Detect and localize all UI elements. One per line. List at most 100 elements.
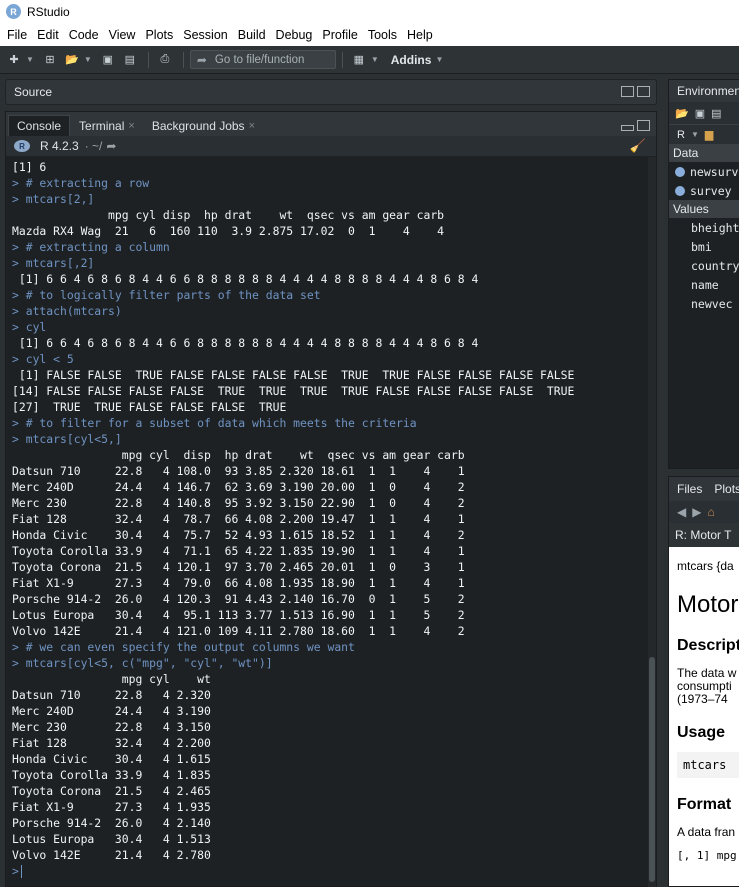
menu-tools[interactable]: Tools bbox=[363, 28, 402, 42]
chevron-down-icon[interactable]: ▼ bbox=[435, 55, 443, 64]
console-command-line: > # extracting a row bbox=[12, 176, 150, 190]
console-output-line: [1] FALSE FALSE TRUE FALSE FALSE FALSE F… bbox=[12, 368, 575, 382]
usage-heading: Usage bbox=[677, 724, 726, 741]
import-dataset-icon[interactable]: ▤ bbox=[711, 107, 721, 120]
save-icon[interactable]: ▣ bbox=[98, 51, 118, 69]
tab-files[interactable]: Files bbox=[677, 482, 702, 496]
console-tabs: Console Terminal × Background Jobs × bbox=[6, 112, 656, 136]
console-output-line: Merc 230 22.8 4 140.8 95 3.92 3.150 22.9… bbox=[12, 496, 465, 510]
help-topic-title: R: Motor T bbox=[669, 523, 739, 547]
console-command-line: > # we can even specify the output colum… bbox=[12, 640, 355, 654]
tab-background-jobs[interactable]: Background Jobs × bbox=[144, 115, 263, 136]
console-output-line: [27] TRUE TRUE FALSE FALSE FALSE TRUE bbox=[12, 400, 287, 414]
menu-file[interactable]: File bbox=[2, 28, 32, 42]
menu-profile[interactable]: Profile bbox=[317, 28, 362, 42]
console-output-line: mpg cyl disp hp drat wt qsec vs am gear … bbox=[12, 208, 445, 222]
r-version: R 4.2.3 bbox=[40, 139, 79, 153]
text-cursor bbox=[20, 865, 22, 878]
source-pane-title: Source bbox=[14, 85, 53, 99]
console-command-line: > mtcars[2,] bbox=[12, 192, 95, 206]
tab-environment[interactable]: Environment bbox=[669, 80, 739, 102]
menu-bar: File Edit Code View Plots Session Build Debug Pr… bbox=[0, 24, 739, 46]
console-output-line: Fiat 128 32.4 4 78.7 66 4.08 2.200 19.47… bbox=[12, 512, 465, 526]
go-to-file-input[interactable]: ➦ Go to file/function bbox=[189, 50, 336, 69]
console-command-line: > mtcars[cyl<5,] bbox=[12, 432, 122, 446]
open-folder-icon[interactable]: 📂 bbox=[62, 51, 82, 69]
description-line: (1973–74 bbox=[677, 692, 728, 706]
console-command-line: > # to filter for a subset of data which… bbox=[12, 416, 417, 430]
chevron-down-icon[interactable]: ▼ bbox=[371, 55, 379, 64]
variable-name: survey bbox=[690, 183, 732, 198]
usage-code: mtcars bbox=[677, 752, 739, 778]
grid-layout-icon[interactable]: ▦ bbox=[349, 51, 369, 69]
window-title: RStudio bbox=[27, 4, 70, 19]
console-command-line: > cyl < 5 bbox=[12, 352, 74, 366]
environment-data-item[interactable]: newsurv bbox=[669, 162, 739, 181]
forward-arrow-icon[interactable]: ▶ bbox=[692, 505, 701, 519]
maximize-pane-icon[interactable] bbox=[637, 86, 650, 97]
load-workspace-icon[interactable]: 📂 bbox=[675, 107, 689, 120]
environment-r-selector[interactable]: R ▼ ▆ bbox=[669, 124, 739, 144]
back-arrow-icon[interactable]: ◀ bbox=[677, 505, 686, 519]
environment-value-item[interactable]: newvec bbox=[669, 294, 739, 313]
console-output-line: Lotus Europa 30.4 4 1.513 bbox=[12, 832, 211, 846]
console-output-line: mpg cyl wt bbox=[12, 672, 211, 686]
environment-data-item[interactable]: survey bbox=[669, 181, 739, 200]
save-workspace-icon[interactable]: ▣ bbox=[695, 107, 705, 120]
help-subtitle: mtcars {da bbox=[677, 559, 734, 573]
toolbar-divider bbox=[182, 51, 184, 68]
new-project-icon[interactable]: ⊞ bbox=[40, 51, 60, 69]
tab-label: Console bbox=[17, 119, 62, 133]
chevron-down-icon[interactable]: ▼ bbox=[26, 55, 34, 64]
scrollbar-thumb[interactable] bbox=[649, 657, 655, 882]
console-output[interactable]: [1] 6 > # extracting a row > mtcars[2,] mp… bbox=[6, 157, 649, 887]
tab-plots[interactable]: Plots bbox=[714, 482, 739, 496]
menu-code[interactable]: Code bbox=[64, 28, 104, 42]
addins-menu[interactable]: Addins bbox=[391, 53, 432, 67]
expand-data-icon[interactable] bbox=[675, 185, 685, 196]
workspace: Source Console Terminal × Background Jobs × … bbox=[0, 74, 739, 887]
working-directory[interactable]: · ~/ bbox=[85, 139, 103, 153]
console-output-line: Fiat X1-9 27.3 4 79.0 66 4.08 1.935 18.9… bbox=[12, 576, 465, 590]
save-all-icon[interactable]: ▤ bbox=[120, 51, 140, 69]
console-output-line: Toyota Corolla 33.9 4 1.835 bbox=[12, 768, 211, 782]
menu-session[interactable]: Session bbox=[178, 28, 232, 42]
home-icon[interactable]: ⌂ bbox=[707, 505, 714, 519]
maximize-pane-icon[interactable] bbox=[637, 120, 650, 131]
expand-data-icon[interactable] bbox=[675, 166, 685, 177]
new-file-icon[interactable]: ✚ bbox=[4, 51, 24, 69]
console-prompt[interactable]: > bbox=[12, 863, 649, 879]
environment-value-item[interactable]: bheight bbox=[669, 218, 739, 237]
chevron-down-icon[interactable]: ▼ bbox=[84, 55, 92, 64]
restore-pane-icon[interactable] bbox=[621, 86, 634, 97]
environment-value-item[interactable]: country bbox=[669, 256, 739, 275]
menu-edit[interactable]: Edit bbox=[32, 28, 64, 42]
tab-terminal[interactable]: Terminal × bbox=[71, 115, 143, 136]
close-tab-icon[interactable]: × bbox=[128, 120, 134, 132]
toolbar-divider bbox=[147, 51, 149, 68]
help-tabs: Files Plots bbox=[669, 477, 739, 501]
console-scrollbar[interactable] bbox=[648, 157, 656, 887]
menu-plots[interactable]: Plots bbox=[140, 28, 178, 42]
clear-console-icon[interactable]: 🧹 bbox=[630, 138, 646, 154]
main-toolbar: ✚ ▼ ⊞ 📂 ▼ ▣ ▤ ⎙ ➦ Go to file/function ▦ … bbox=[0, 46, 739, 74]
console-output-line: Merc 240D 24.4 4 146.7 62 3.69 3.190 20.… bbox=[12, 480, 465, 494]
menu-view[interactable]: View bbox=[104, 28, 141, 42]
go-to-directory-icon[interactable]: ➦ bbox=[106, 139, 116, 153]
environment-value-item[interactable]: name bbox=[669, 275, 739, 294]
tab-label: Terminal bbox=[79, 118, 125, 133]
source-pane[interactable]: Source bbox=[5, 79, 657, 105]
console-output-line: Honda Civic 30.4 4 75.7 52 4.93 1.615 18… bbox=[12, 528, 465, 542]
menu-help[interactable]: Help bbox=[402, 28, 438, 42]
print-icon[interactable]: ⎙ bbox=[155, 51, 175, 69]
environment-value-item[interactable]: bmi bbox=[669, 237, 739, 256]
minimize-pane-icon[interactable] bbox=[621, 125, 634, 131]
right-panes: Environment 📂 ▣ ▤ R ▼ ▆ Data newsurv surv… bbox=[665, 74, 739, 887]
menu-build[interactable]: Build bbox=[233, 28, 271, 42]
menu-debug[interactable]: Debug bbox=[271, 28, 318, 42]
tab-console[interactable]: Console bbox=[8, 115, 71, 136]
environment-pane: Environment 📂 ▣ ▤ R ▼ ▆ Data newsurv surv… bbox=[668, 79, 739, 469]
global-environment-icon: ▆ bbox=[704, 129, 714, 141]
close-tab-icon[interactable]: × bbox=[249, 120, 255, 132]
values-section-header: Values bbox=[669, 200, 739, 218]
